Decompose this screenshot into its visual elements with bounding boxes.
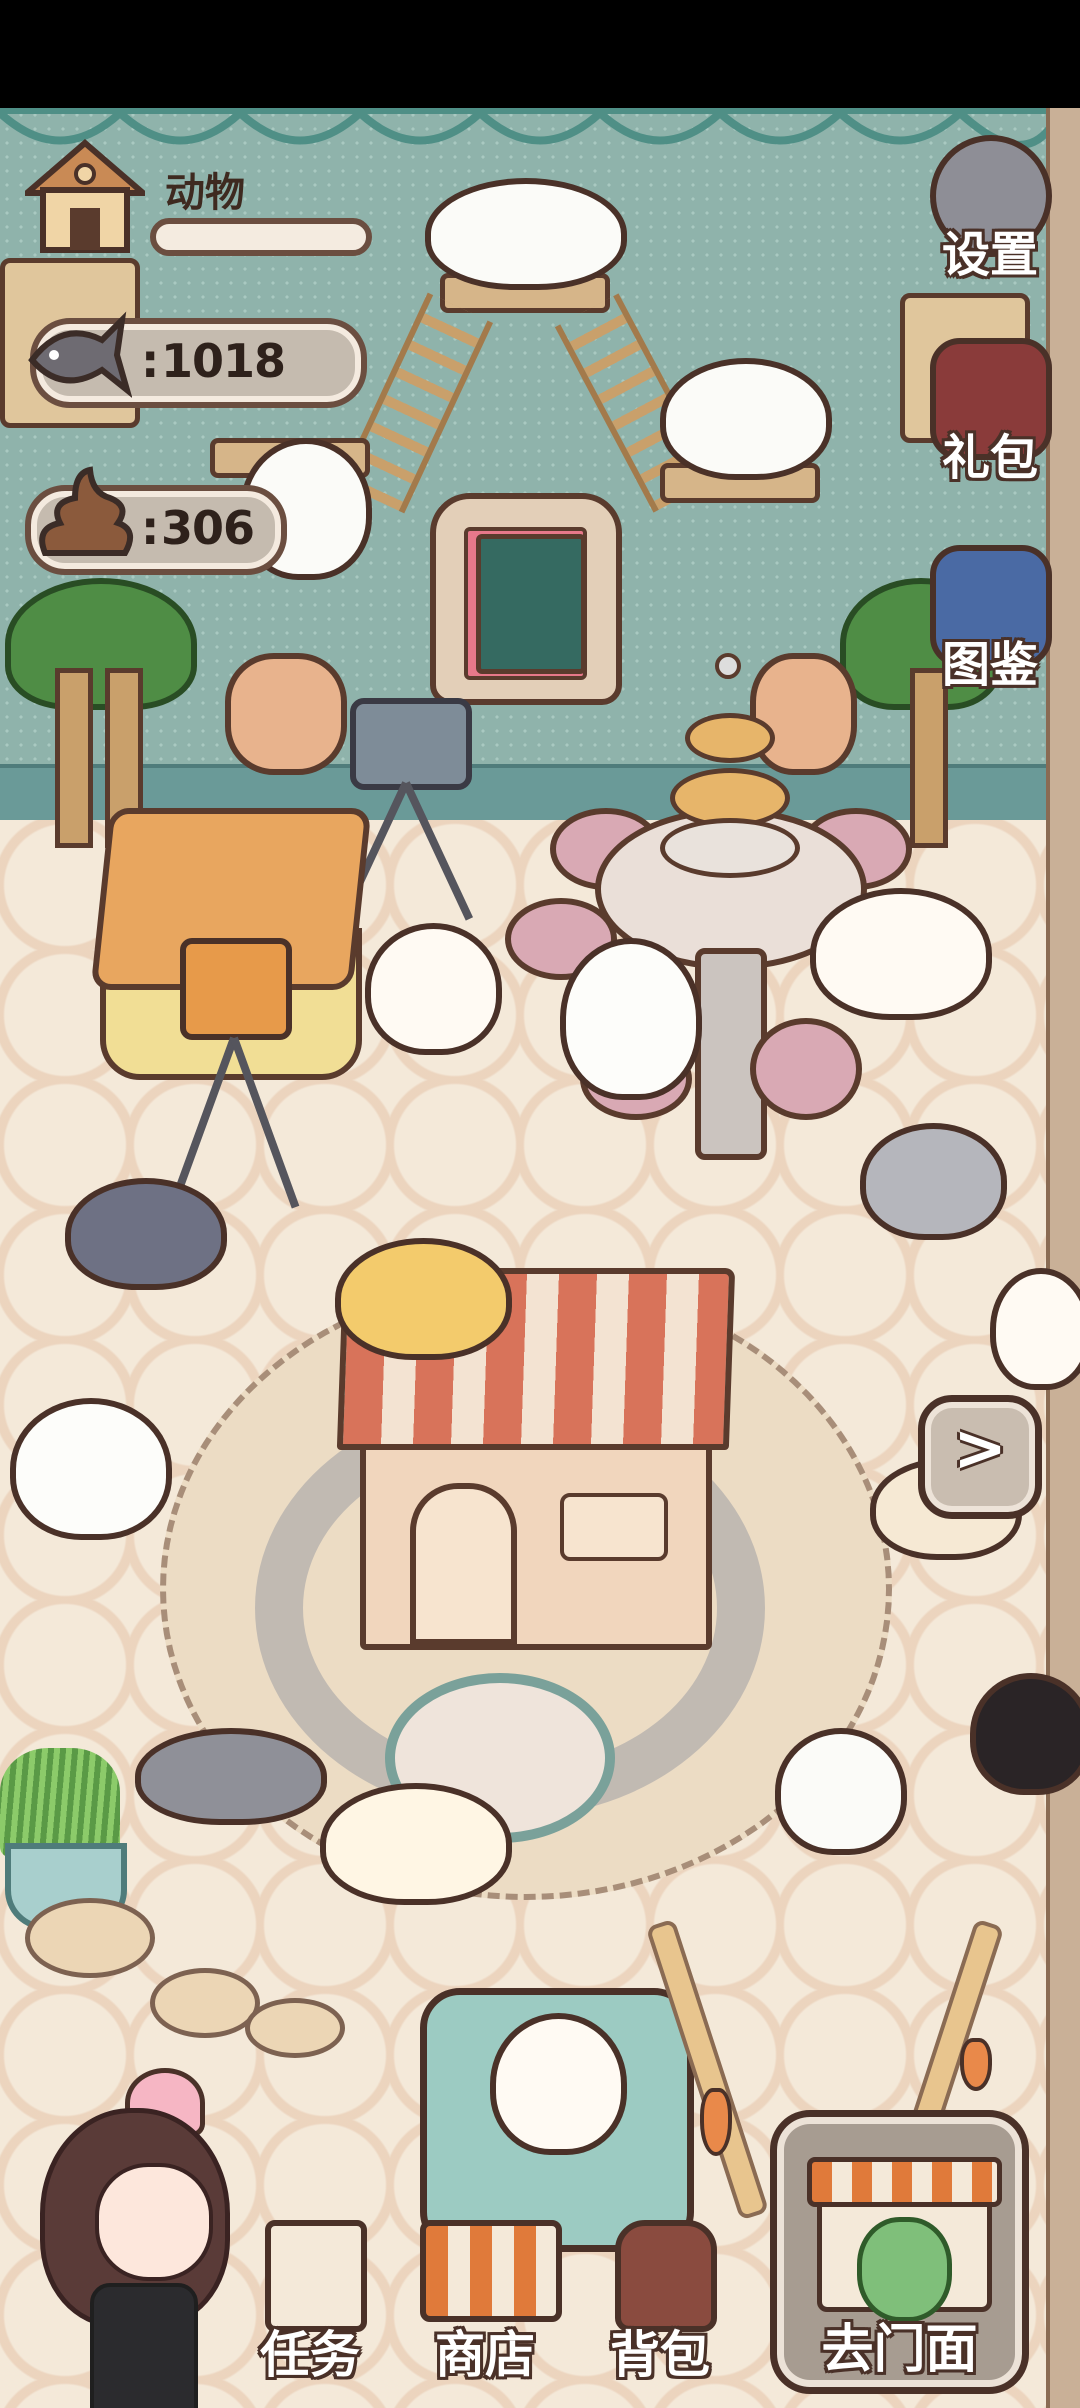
garland-decoration [0, 108, 1050, 149]
tasks-label: 任务 [260, 2326, 360, 2384]
go-to-store-button[interactable]: 去门面 [770, 2110, 1029, 2394]
small-bowl[interactable] [245, 1998, 345, 2058]
camera-body [350, 698, 472, 790]
storefront-awning [807, 2157, 1002, 2207]
catalog-button[interactable]: 图鉴 [920, 545, 1060, 693]
animal-title: 动物 [165, 170, 245, 216]
cat-siamese-left[interactable] [365, 923, 502, 1055]
chevron-right-icon: > [953, 1412, 1007, 1486]
tripod-leg [230, 1036, 300, 1209]
water-bowl[interactable] [150, 1968, 260, 2038]
poop-icon [30, 458, 140, 572]
girl-face [95, 2163, 213, 2281]
house-window [560, 1493, 668, 1561]
cat-white-top-shelf[interactable] [425, 178, 627, 290]
cat-gray-right[interactable] [860, 1123, 1007, 1240]
shop-label: 商店 [435, 2326, 535, 2384]
go-store-label: 去门面 [821, 2320, 978, 2380]
stand-bottom-tier [660, 818, 800, 878]
status-bar [0, 0, 1080, 108]
gift-button[interactable]: 礼包 [920, 338, 1060, 486]
carrot-toy [700, 2088, 732, 2156]
house-door [410, 1483, 517, 1645]
animal-progress-bar [150, 218, 372, 256]
next-room-button[interactable]: > [918, 1395, 1042, 1519]
cat-black[interactable] [970, 1673, 1080, 1795]
camera-body [180, 938, 292, 1040]
cat-orange-tabby-roof[interactable] [335, 1238, 512, 1360]
fish-icon [22, 300, 133, 414]
cat-cream[interactable] [320, 1783, 512, 1905]
poop-separator: : [141, 501, 159, 555]
paw-pillow-left [225, 653, 347, 775]
plant-pole-right [910, 668, 948, 848]
tripod-leg [402, 781, 474, 921]
catalog-label: 图鉴 [941, 637, 1038, 693]
shop-awning-icon [420, 2220, 562, 2322]
plant-left [5, 578, 197, 710]
shopkeeper-girl[interactable] [40, 2068, 230, 2408]
cat-black-white[interactable] [775, 1728, 907, 1855]
cat-grass [0, 1748, 120, 1858]
cat-ragdoll-bed[interactable] [490, 2013, 627, 2155]
settings-button[interactable]: 设置 [920, 135, 1060, 283]
cat-grass-pot [0, 1748, 127, 1930]
cat-white-left[interactable] [10, 1398, 172, 1540]
fish-separator: : [141, 334, 159, 388]
poop-count: 306 [161, 501, 255, 555]
food-bowl[interactable] [25, 1898, 155, 1978]
cat-gray-tabby[interactable] [135, 1728, 327, 1825]
cat-white-fluffy-table[interactable] [560, 938, 702, 1100]
game-scene[interactable] [0, 108, 1080, 2408]
fish-count: 1018 [161, 334, 286, 388]
shop-button[interactable]: 商店 [410, 2220, 562, 2384]
frame-picture [476, 534, 586, 674]
girl-apron [90, 2283, 198, 2408]
cat-siamese-right[interactable] [810, 888, 992, 1020]
house-icon [18, 139, 152, 253]
picture-frame[interactable] [430, 493, 622, 705]
gift-label: 礼包 [941, 430, 1038, 486]
backpack-button[interactable]: 背包 [585, 2220, 735, 2384]
animal-house-icon[interactable] [18, 138, 152, 258]
cat-white-shelf-right[interactable] [660, 358, 832, 480]
backpack-label: 背包 [610, 2326, 710, 2384]
cat-gray-white[interactable] [65, 1178, 227, 1290]
cat-siamese-edge[interactable] [990, 1268, 1080, 1390]
settings-label: 设置 [941, 227, 1038, 283]
stand-top-tier [685, 713, 775, 763]
plant-pole-left [55, 668, 93, 848]
carrot-toy [960, 2038, 992, 2091]
dessert-stand [660, 653, 800, 878]
stand-knob [715, 653, 741, 679]
stool [750, 1018, 862, 1120]
tasks-button[interactable]: 任务 [235, 2220, 385, 2384]
